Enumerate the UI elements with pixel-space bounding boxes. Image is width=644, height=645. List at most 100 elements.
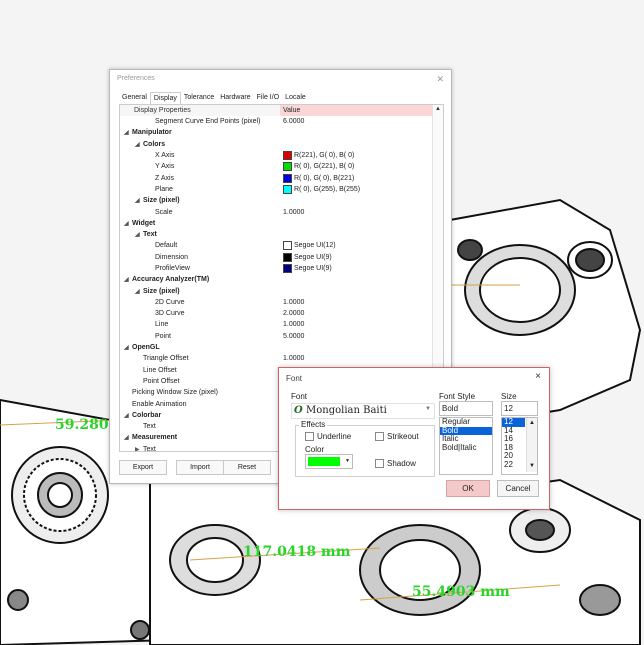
table-row[interactable]: X Axis R(221), G( 0), B( 0) [120, 150, 443, 161]
checkbox-icon[interactable] [305, 432, 314, 442]
property-value-cell[interactable]: 1.0000 [280, 209, 443, 216]
property-label: Point Offset [143, 377, 180, 385]
collapse-arrow-icon[interactable]: ◢ [135, 197, 140, 204]
shadow-checkbox[interactable]: Shadow [375, 459, 416, 469]
property-value-cell[interactable]: Segoe UI(12) [280, 241, 443, 251]
property-label: Line [155, 321, 169, 329]
property-name-cell: Line [120, 321, 280, 328]
property-label: Widget [132, 219, 156, 227]
collapse-arrow-icon[interactable]: ◢ [135, 141, 140, 148]
property-column-header: Display Properties [120, 105, 280, 116]
tab-display[interactable]: Display [149, 92, 181, 104]
cancel-button[interactable]: Cancel [497, 480, 539, 497]
property-value-cell[interactable]: 2.0000 [280, 310, 443, 317]
table-row[interactable]: 2D Curve 1.0000 [120, 297, 443, 308]
import-button[interactable]: Import [176, 460, 224, 475]
table-row[interactable]: Dimension Segoe UI(9) [120, 252, 443, 263]
property-name-cell: Plane [120, 186, 280, 193]
collapse-arrow-icon[interactable]: ◢ [124, 129, 129, 136]
property-value-cell[interactable]: R( 0), G(255), B(255) [280, 184, 443, 194]
collapse-arrow-icon[interactable]: ◢ [135, 231, 140, 238]
tab-file-io[interactable]: File I/O [254, 92, 283, 103]
scroll-up-icon[interactable]: ▲ [435, 106, 441, 112]
property-value-cell[interactable]: R( 0), G( 0), B(221) [280, 173, 443, 183]
property-name-cell: Point Offset [120, 378, 280, 385]
table-row[interactable]: ProfileView Segoe UI(9) [120, 263, 443, 274]
reset-button[interactable]: Reset [223, 460, 271, 475]
property-value: R( 0), G(221), B( 0) [294, 163, 355, 171]
size-label: Size [501, 392, 517, 401]
export-button[interactable]: Export [119, 460, 167, 475]
table-row[interactable]: Triangle Offset 1.0000 [120, 353, 443, 364]
collapse-arrow-icon[interactable]: ◢ [124, 344, 129, 351]
table-row[interactable]: Segment Curve End Points (pixel) 6.0000 [120, 116, 443, 127]
scroll-up-icon[interactable]: ▲ [529, 419, 535, 428]
strikeout-checkbox[interactable]: Strikeout [375, 432, 419, 442]
property-value-cell[interactable]: 1.0000 [280, 299, 443, 306]
table-row[interactable]: Point 5.0000 [120, 331, 443, 342]
table-row[interactable]: ◢ OpenGL [120, 342, 443, 353]
property-value: 5.0000 [283, 332, 305, 340]
property-value-cell[interactable]: 5.0000 [280, 333, 443, 340]
checkbox-icon[interactable] [375, 432, 384, 442]
table-row[interactable]: ◢ Size (pixel) [120, 195, 443, 206]
property-value-cell[interactable]: 6.0000 [280, 118, 443, 125]
property-value-cell[interactable]: Segoe UI(9) [280, 252, 443, 262]
size-scrollbar[interactable]: ▲ ▼ [526, 418, 537, 472]
table-row[interactable]: Scale 1.0000 [120, 206, 443, 217]
property-name-cell: ◢ Accuracy Analyzer(TM) [120, 276, 280, 283]
property-value-cell[interactable]: 1.0000 [280, 355, 443, 362]
close-icon[interactable]: ✕ [436, 70, 444, 88]
table-row[interactable]: Plane R( 0), G(255), B(255) [120, 184, 443, 195]
font-style-input[interactable]: Bold [439, 401, 493, 416]
tab-locale[interactable]: Locale [282, 92, 309, 103]
font-dialog: Font × Font Font Style Size O Mongolian … [278, 367, 550, 510]
table-row[interactable]: Y Axis R( 0), G(221), B( 0) [120, 161, 443, 172]
table-row[interactable]: ◢ Size (pixel) [120, 285, 443, 296]
property-label: Dimension [155, 253, 189, 261]
table-row[interactable]: Line 1.0000 [120, 319, 443, 330]
collapse-arrow-icon[interactable]: ◢ [124, 412, 129, 419]
underline-checkbox[interactable]: Underline [305, 432, 351, 442]
color-picker[interactable]: ▼ [305, 454, 353, 469]
tab-hardware[interactable]: Hardware [217, 92, 253, 103]
collapse-arrow-icon[interactable]: ◢ [124, 276, 129, 283]
ok-button[interactable]: OK [446, 480, 490, 497]
table-row[interactable]: ◢ Widget [120, 218, 443, 229]
property-name-cell: ◢ Text [120, 231, 280, 238]
font-style-list[interactable]: Regular Bold Italic Bold|Italic [439, 417, 493, 475]
table-row[interactable]: Default Segoe UI(12) [120, 240, 443, 251]
property-name-cell: Line Offset [120, 367, 280, 374]
property-value-cell[interactable]: R(221), G( 0), B( 0) [280, 151, 443, 161]
expand-arrow-icon[interactable]: ▶ [135, 446, 140, 451]
list-item[interactable]: Bold|Italic [440, 443, 492, 453]
tab-general[interactable]: General [119, 92, 150, 103]
chevron-down-icon[interactable]: ▼ [425, 406, 431, 412]
chevron-down-icon[interactable]: ▼ [345, 458, 350, 464]
table-row[interactable]: ◢ Text [120, 229, 443, 240]
property-value-cell[interactable]: R( 0), G(221), B( 0) [280, 162, 443, 172]
table-row[interactable]: ◢ Colors [120, 139, 443, 150]
preferences-title: Preferences [117, 75, 155, 82]
checkbox-icon[interactable] [375, 459, 384, 469]
property-name-cell: Point [120, 333, 280, 340]
property-label: Size (pixel) [143, 197, 180, 205]
effects-label: Effects [299, 420, 328, 429]
table-row[interactable]: Z Axis R( 0), G( 0), B(221) [120, 172, 443, 183]
font-combobox[interactable]: O Mongolian Baiti ▼ [291, 403, 435, 419]
property-value-cell[interactable]: Segoe UI(9) [280, 264, 443, 273]
collapse-arrow-icon[interactable]: ◢ [135, 288, 140, 295]
size-input[interactable]: 12 [501, 401, 538, 416]
table-row[interactable]: 3D Curve 2.0000 [120, 308, 443, 319]
collapse-arrow-icon[interactable]: ◢ [124, 434, 129, 441]
size-list[interactable]: 12 14 16 18 20 22 ▲ ▼ [501, 417, 538, 475]
tab-tolerance[interactable]: Tolerance [181, 92, 217, 103]
property-name-cell: ProfileView [120, 265, 280, 272]
table-row[interactable]: ◢ Manipulator [120, 127, 443, 138]
collapse-arrow-icon[interactable]: ◢ [124, 220, 129, 227]
property-value-cell[interactable]: 1.0000 [280, 321, 443, 328]
close-icon[interactable]: × [535, 371, 541, 382]
property-value: 1.0000 [283, 208, 305, 216]
table-row[interactable]: ◢ Accuracy Analyzer(TM) [120, 274, 443, 285]
scroll-down-icon[interactable]: ▼ [529, 462, 535, 471]
